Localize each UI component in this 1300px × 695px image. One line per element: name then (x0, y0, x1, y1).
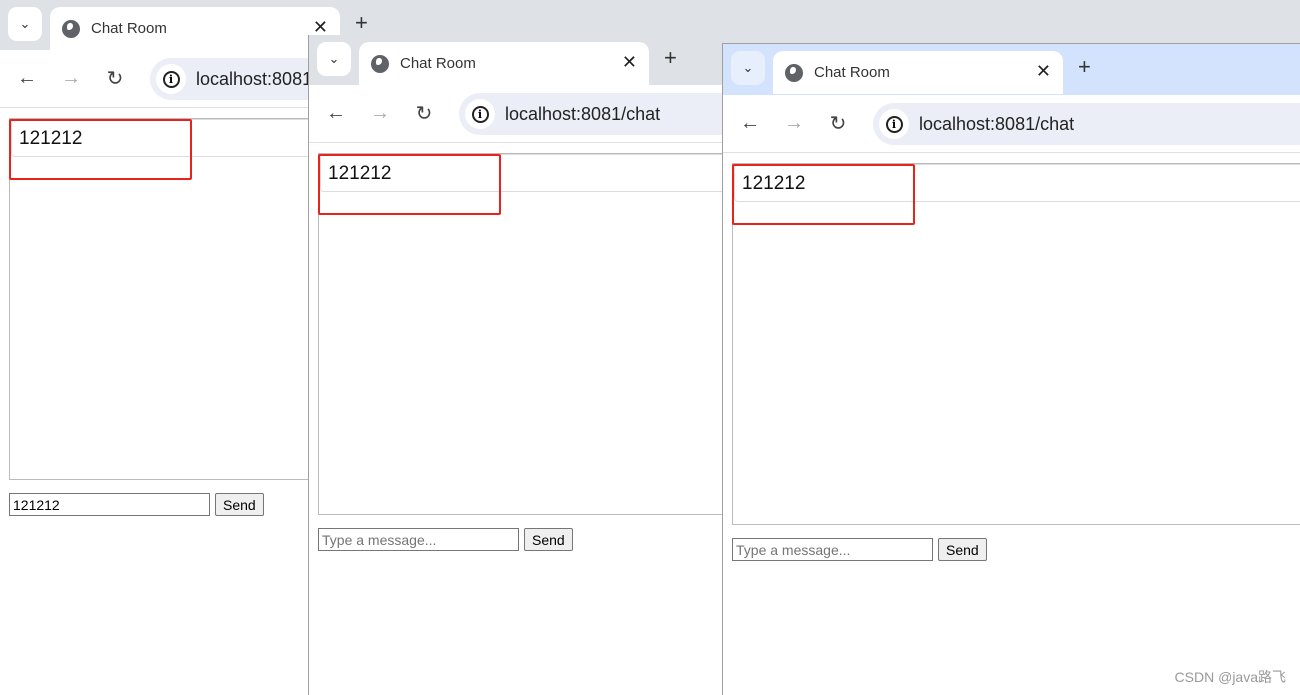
tab-title: Chat Room (91, 20, 167, 37)
arrow-left-icon[interactable]: ← (739, 112, 761, 135)
browser-window-3: ⌄ Chat Room ✕ + ← → ↻ i localhost:8081/c… (722, 43, 1300, 695)
arrow-right-icon[interactable]: → (369, 102, 391, 125)
toolbar: ← → ↻ i localhost:8081/chat (723, 95, 1300, 153)
close-icon[interactable]: ✕ (1036, 61, 1051, 82)
tab-chat-room[interactable]: Chat Room ✕ (359, 42, 649, 85)
chevron-down-icon[interactable]: ⌄ (731, 51, 765, 85)
reload-icon[interactable]: ↻ (413, 101, 435, 126)
highlight-annotation (318, 154, 501, 215)
tab-chat-room[interactable]: Chat Room ✕ (50, 7, 340, 50)
globe-icon (62, 19, 80, 38)
message-input[interactable] (318, 528, 519, 551)
tab-chat-room[interactable]: Chat Room ✕ (773, 51, 1063, 94)
arrow-left-icon[interactable]: ← (325, 102, 347, 125)
globe-icon (371, 54, 389, 73)
plus-icon[interactable]: + (355, 10, 368, 36)
chevron-down-icon[interactable]: ⌄ (8, 7, 42, 41)
plus-icon[interactable]: + (1078, 54, 1091, 80)
highlight-annotation (732, 164, 915, 225)
arrow-right-icon[interactable]: → (783, 112, 805, 135)
url-text: localhost:8081/chat (505, 103, 661, 124)
plus-icon[interactable]: + (664, 45, 677, 71)
globe-icon (785, 63, 803, 82)
info-icon[interactable]: i (879, 109, 909, 139)
tab-strip: ⌄ Chat Room ✕ + (723, 44, 1300, 95)
send-button[interactable]: Send (524, 528, 573, 551)
close-icon[interactable]: ✕ (622, 52, 637, 73)
message-input[interactable] (9, 493, 210, 516)
watermark: CSDN @java路飞 (1174, 669, 1286, 685)
send-button[interactable]: Send (938, 538, 987, 561)
info-icon[interactable]: i (156, 64, 186, 94)
reload-icon[interactable]: ↻ (104, 66, 126, 91)
highlight-annotation (9, 119, 192, 180)
arrow-right-icon[interactable]: → (60, 67, 82, 90)
tab-title: Chat Room (814, 64, 890, 81)
reload-icon[interactable]: ↻ (827, 111, 849, 136)
chevron-down-icon[interactable]: ⌄ (317, 42, 351, 76)
message-input[interactable] (732, 538, 933, 561)
send-button[interactable]: Send (215, 493, 264, 516)
address-bar[interactable]: i localhost:8081/chat (873, 103, 1300, 145)
url-text: localhost:8081/chat (919, 113, 1075, 134)
arrow-left-icon[interactable]: ← (16, 67, 38, 90)
info-icon[interactable]: i (465, 99, 495, 129)
tab-title: Chat Room (400, 55, 476, 72)
